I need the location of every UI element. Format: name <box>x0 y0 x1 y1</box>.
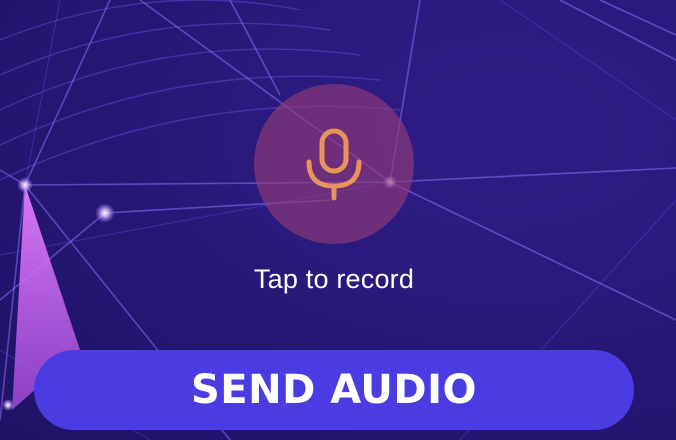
send-audio-button[interactable]: SEND AUDIO <box>34 350 634 430</box>
record-caption: Tap to record <box>253 264 415 294</box>
microphone-icon <box>306 128 362 201</box>
record-button[interactable] <box>254 84 414 244</box>
